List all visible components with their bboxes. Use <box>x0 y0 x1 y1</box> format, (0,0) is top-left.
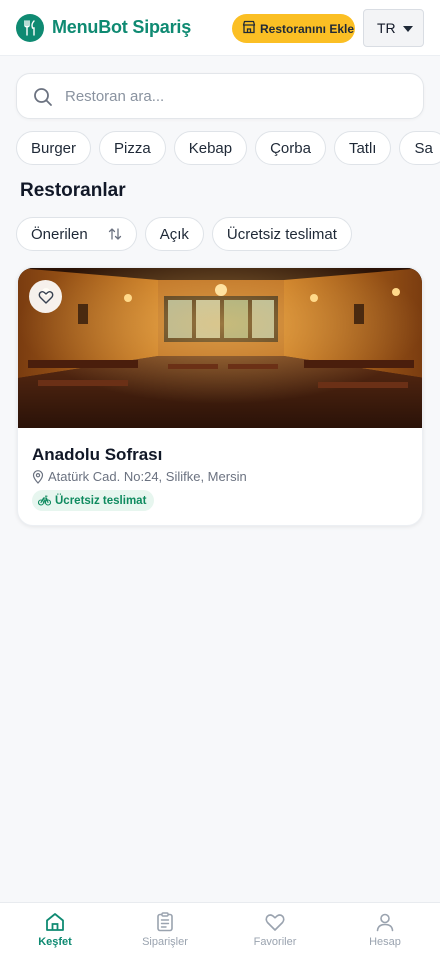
heart-icon <box>38 290 53 304</box>
category-chip-tatli[interactable]: Tatlı <box>333 131 392 165</box>
sort-icon <box>108 228 121 240</box>
add-restaurant-button[interactable]: Restoranını Ekle <box>232 14 355 43</box>
category-chip-burger[interactable]: Burger <box>16 131 92 165</box>
category-chip-pizza[interactable]: Pizza <box>99 131 166 165</box>
add-restaurant-label: Restoranını Ekle <box>260 21 355 36</box>
bike-icon <box>38 495 51 506</box>
bottom-nav: Keşfet Siparişler Favoriler Hesap <box>0 902 440 956</box>
nav-item-explore[interactable]: Keşfet <box>0 903 110 956</box>
category-chip-partial[interactable]: Sa <box>399 131 440 165</box>
favorite-button[interactable] <box>29 280 62 313</box>
nav-item-account[interactable]: Hesap <box>330 903 440 956</box>
language-value: TR <box>377 20 396 36</box>
free-delivery-label: Ücretsiz teslimat <box>55 494 147 507</box>
category-chip-corba[interactable]: Çorba <box>255 131 326 165</box>
restaurant-name: Anadolu Sofrası <box>32 445 163 464</box>
restaurant-address: Atatürk Cad. No:24, Silifke, Mersin <box>32 469 247 484</box>
app-title: MenuBot Sipariş <box>52 17 192 37</box>
nav-explore-label: Keşfet <box>38 936 72 948</box>
user-icon <box>376 913 394 932</box>
nav-item-orders[interactable]: Siparişler <box>110 903 220 956</box>
restaurant-card[interactable]: Anadolu Sofrası Atatürk Cad. No:24, Sili… <box>17 267 423 526</box>
search-input[interactable] <box>65 74 415 118</box>
restaurant-address-text: Atatürk Cad. No:24, Silifke, Mersin <box>48 469 247 484</box>
filter-free-delivery-chip[interactable]: Ücretsiz teslimat <box>211 217 352 251</box>
filter-open-label: Açık <box>159 225 189 243</box>
heart-icon <box>265 914 285 931</box>
filter-open-chip[interactable]: Açık <box>144 217 204 251</box>
nav-item-favorites[interactable]: Favoriler <box>220 903 330 956</box>
restaurant-image <box>18 268 422 428</box>
search-icon <box>34 88 52 106</box>
store-icon <box>242 20 256 37</box>
category-chip-row: Burger Pizza Kebap Çorba Tatlı Sa <box>16 131 440 165</box>
section-title: Restoranlar <box>20 180 126 201</box>
nav-favorites-label: Favoriler <box>253 936 297 948</box>
nav-orders-label: Siparişler <box>142 936 188 948</box>
nav-account-label: Hesap <box>369 936 401 948</box>
free-delivery-badge: Ücretsiz teslimat <box>32 490 155 511</box>
category-chip-kebap[interactable]: Kebap <box>173 131 248 165</box>
filter-free-delivery-label: Ücretsiz teslimat <box>226 225 337 243</box>
utensils-icon <box>16 14 44 42</box>
chevron-down-icon <box>403 26 413 32</box>
language-select[interactable]: TR <box>363 9 424 47</box>
home-icon <box>46 913 64 931</box>
filter-row: Önerilen Açık Ücretsiz teslimat <box>16 217 352 251</box>
sort-label: Önerilen <box>31 225 88 243</box>
map-pin-icon <box>32 469 44 484</box>
app-header: MenuBot Sipariş Restoranını Ekle TR <box>0 0 440 56</box>
sort-select[interactable]: Önerilen <box>16 217 137 251</box>
clipboard-icon <box>157 912 173 932</box>
search-bar <box>16 73 424 119</box>
